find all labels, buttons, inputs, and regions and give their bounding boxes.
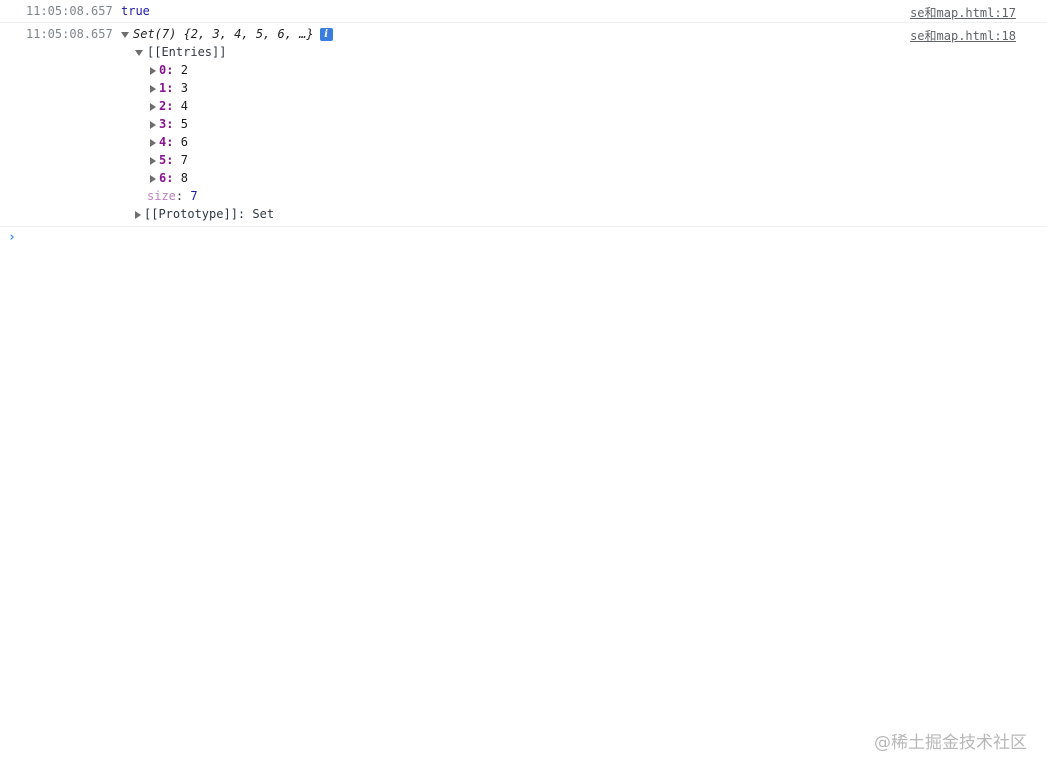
size-key: size: [147, 189, 176, 203]
list-item[interactable]: 4: 6: [150, 133, 188, 151]
list-item[interactable]: 3: 5: [150, 115, 188, 133]
list-item[interactable]: 5: 7: [150, 151, 188, 169]
collapse-triangle-icon[interactable]: [150, 102, 156, 111]
timestamp: 11:05:08.657: [26, 27, 113, 41]
info-icon[interactable]: i: [319, 28, 333, 41]
entries-label: [[Entries]]: [147, 45, 227, 59]
size-value: 7: [190, 189, 198, 203]
entry-value: 3: [180, 81, 188, 95]
entry-value: 6: [180, 135, 188, 149]
collapse-triangle-icon[interactable]: [150, 84, 156, 93]
console-message-row: 11:05:08.657 true se和map.html:17: [0, 0, 1047, 23]
entry-value: 2: [180, 63, 188, 77]
list-item[interactable]: 6: 8: [150, 169, 188, 187]
entry-value: 7: [180, 153, 188, 167]
log-value[interactable]: true: [121, 4, 150, 18]
set-summary-values: {2, 3, 4, 5, 6, …}: [183, 27, 314, 41]
expand-triangle-icon[interactable]: [135, 49, 143, 56]
entry-value: 8: [180, 171, 188, 185]
list-item[interactable]: 0: 2: [150, 61, 188, 79]
watermark: @稀土掘金技术社区: [874, 733, 1027, 753]
prototype-label: [[Prototype]]: [144, 207, 238, 221]
size-property: size: 7: [147, 189, 198, 203]
set-object-summary[interactable]: Set(7) {2, 3, 4, 5, 6, …} i: [121, 25, 333, 43]
collapse-triangle-icon[interactable]: [150, 138, 156, 147]
source-link[interactable]: se和map.html:17: [910, 4, 1016, 21]
console-panel: 11:05:08.657 true se和map.html:17 11:05:0…: [0, 0, 1047, 773]
collapse-triangle-icon[interactable]: [150, 120, 156, 129]
entry-value: 4: [180, 99, 188, 113]
collapse-triangle-icon[interactable]: [150, 66, 156, 75]
collapse-triangle-icon[interactable]: [150, 156, 156, 165]
prototype-value: Set: [252, 207, 275, 221]
prototype-node[interactable]: [[Prototype]]: Set: [135, 205, 274, 223]
timestamp: 11:05:08.657: [26, 4, 113, 18]
set-summary-prefix: Set(7): [133, 27, 184, 41]
entries-node[interactable]: [[Entries]]: [135, 43, 226, 61]
expand-triangle-icon[interactable]: [121, 31, 129, 38]
console-message-row: 11:05:08.657 se和map.html:18 Set(7) {2, 3…: [0, 23, 1047, 227]
list-item[interactable]: 1: 3: [150, 79, 188, 97]
source-link[interactable]: se和map.html:18: [910, 27, 1016, 44]
collapse-triangle-icon[interactable]: [150, 174, 156, 183]
list-item[interactable]: 2: 4: [150, 97, 188, 115]
collapse-triangle-icon[interactable]: [135, 210, 141, 219]
chevron-right-icon[interactable]: ›: [8, 230, 16, 245]
entry-value: 5: [180, 117, 188, 131]
